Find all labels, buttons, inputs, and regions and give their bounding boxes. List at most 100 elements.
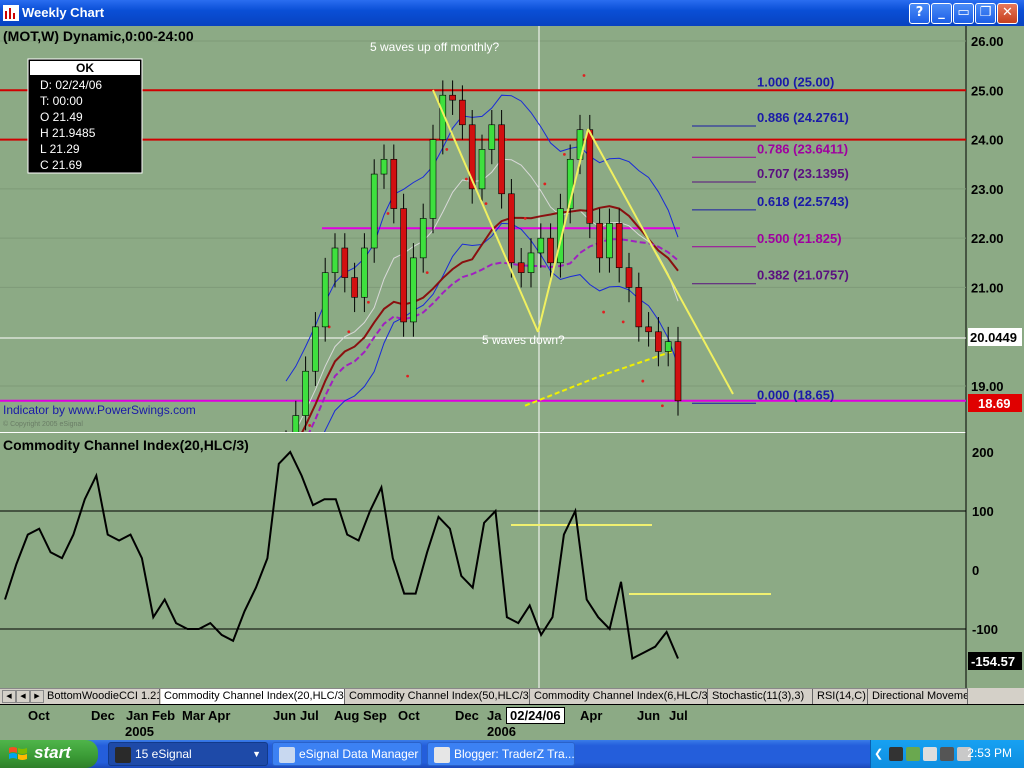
price-tick-label: 22.00 (971, 231, 1004, 246)
data-window-status: OK (76, 61, 94, 75)
annotation-mid: 5 waves down? (482, 333, 565, 347)
price-tick-label: 26.00 (971, 34, 1004, 49)
price-tick-label: 21.00 (971, 280, 1004, 295)
tab-cci-20[interactable]: Commodity Channel Index(20,HLC/3) (161, 689, 345, 704)
candle-body (341, 247, 349, 278)
cursor-price-label: 20.0449 (970, 330, 1017, 345)
price-tick-label: 19.00 (971, 379, 1004, 394)
tab-scroll-left[interactable]: ◀ (16, 690, 30, 703)
candle-body (606, 223, 613, 259)
restore-icon: ❐ (979, 5, 992, 20)
candle-body (547, 237, 554, 264)
fib-level-label: 0.000 (18.65) (757, 387, 834, 402)
sar-dot (602, 310, 605, 314)
candle-body (312, 326, 319, 372)
cci-chart[interactable]: 200 100 0 -100 Commodity Channel Index(20,H… (0, 431, 1024, 688)
fib-level-label: 0.382 (21.0757) (757, 268, 849, 283)
tab-stochastic[interactable]: Stochastic(11(3),3) (709, 689, 813, 704)
candle-body (635, 287, 643, 328)
candle-body (586, 129, 594, 224)
sar-dot (347, 330, 351, 334)
month-label: Apr (580, 708, 603, 723)
sar-dot (406, 374, 409, 378)
esignal-icon (115, 746, 131, 763)
minimize-button[interactable]: _ (931, 3, 952, 24)
candle-body (331, 247, 339, 273)
wave-trend-line (432, 89, 539, 333)
fib-level-label: 0.786 (23.6411) (757, 141, 848, 156)
sar-dot (445, 148, 449, 151)
price-pane[interactable]: 26.00 25.00 24.00 23.00 22.00 21.00 19.00 1.00… (0, 26, 1024, 510)
cci-tick-label: -100 (972, 622, 998, 637)
close-button[interactable]: ✕ (997, 3, 1018, 24)
tray-expand-icon[interactable]: ❮ (874, 747, 883, 760)
candle-body (390, 158, 398, 209)
year-label: 2005 (125, 724, 154, 739)
candle-body (615, 223, 623, 269)
task-esignal[interactable]: 15 eSignal ▼ (108, 742, 268, 766)
task-data-manager[interactable]: eSignal Data Manager (272, 742, 422, 766)
candle-body (596, 223, 603, 259)
fib-level-label: 0.618 (22.5743) (757, 194, 849, 209)
sar-dot (465, 177, 468, 181)
wave-trend-line (537, 128, 589, 333)
candle-body (488, 124, 496, 150)
cci-series-line (4, 450, 679, 661)
cci-tick-label: 100 (972, 504, 994, 519)
indicator-credit[interactable]: Indicator by www.PowerSwings.com (3, 403, 196, 417)
data-window-low: L 21.29 (40, 142, 80, 156)
task-blogger[interactable]: Blogger: TraderZ Tra... (427, 742, 575, 766)
candle-body (410, 257, 417, 323)
candle-body (478, 149, 486, 190)
cci-pane[interactable]: 200 100 0 -100 Commodity Channel Index(20,H… (0, 431, 1024, 688)
tray-security-icon[interactable] (906, 747, 920, 761)
restore-button[interactable]: ❐ (975, 3, 996, 24)
candle-body (645, 326, 652, 333)
tab-rsi[interactable]: RSI(14,C) (814, 689, 868, 704)
tab-cci-6[interactable]: Commodity Channel Index(6,HLC/3) (531, 689, 708, 704)
cci-tick-label: 200 (972, 445, 994, 460)
time-axis[interactable]: Oct Dec Jan Feb Mar Apr Jun Jul Aug Sep … (0, 704, 1024, 740)
data-window-open: O 21.49 (40, 110, 83, 124)
dock-button[interactable]: ▭ (953, 3, 974, 24)
task-esignal-label: 15 eSignal (135, 747, 192, 761)
window-title: Weekly Chart (22, 5, 105, 20)
help-button[interactable]: ? (909, 3, 930, 24)
start-button[interactable]: start (0, 740, 98, 768)
tab-bottom-woodie-cci[interactable]: BottomWoodieCCI 1.21 (44, 689, 160, 704)
sar-dot (661, 404, 664, 408)
price-tick-label: 23.00 (971, 182, 1004, 197)
tab-scroll-right[interactable]: ▶ (30, 690, 44, 703)
long-average-line (524, 350, 673, 407)
tray-monitor-icon[interactable] (923, 747, 937, 761)
browser-icon (434, 746, 450, 763)
tray-app-icon[interactable] (940, 747, 954, 761)
data-window[interactable]: OK D: 02/24/06 T: 00:00 O 21.49 H 21.948… (27, 58, 143, 174)
tray-clock[interactable]: 2:53 PM (967, 746, 1012, 760)
tab-cci-50[interactable]: Commodity Channel Index(50,HLC/3) (346, 689, 530, 704)
candle-body (302, 370, 309, 416)
data-window-date: D: 02/24/06 (40, 78, 102, 92)
group-arrow-icon: ▼ (252, 749, 261, 759)
sar-dot (582, 74, 586, 77)
month-label: Sep (363, 708, 387, 723)
candle-body (351, 277, 358, 298)
month-label: Dec (91, 708, 115, 723)
title-bar[interactable]: Weekly Chart ? _ ▭ ❐ ✕ (0, 0, 1024, 26)
price-chart[interactable]: 26.00 25.00 24.00 23.00 22.00 21.00 19.00 1.00… (0, 26, 1024, 510)
month-label: Feb (152, 708, 176, 723)
tab-directional-movement[interactable]: Directional Moveme (869, 689, 968, 704)
candle-body (508, 193, 515, 264)
tray-network-icon[interactable] (889, 747, 903, 761)
candle-body (674, 341, 682, 402)
cci-value-label: -154.57 (971, 654, 1015, 669)
data-manager-icon (279, 746, 295, 763)
minimize-icon: _ (938, 5, 945, 20)
cci-title: Commodity Channel Index(20,HLC/3) (3, 437, 249, 453)
month-label: Jul (669, 708, 688, 723)
price-tick-label: 24.00 (971, 133, 1004, 148)
candle-body (537, 237, 545, 254)
taskbar: start 15 eSignal ▼ eSignal Data Manager B… (0, 740, 1024, 768)
tab-scroll-first[interactable]: ◀ (2, 690, 16, 703)
candle-body (321, 272, 329, 328)
